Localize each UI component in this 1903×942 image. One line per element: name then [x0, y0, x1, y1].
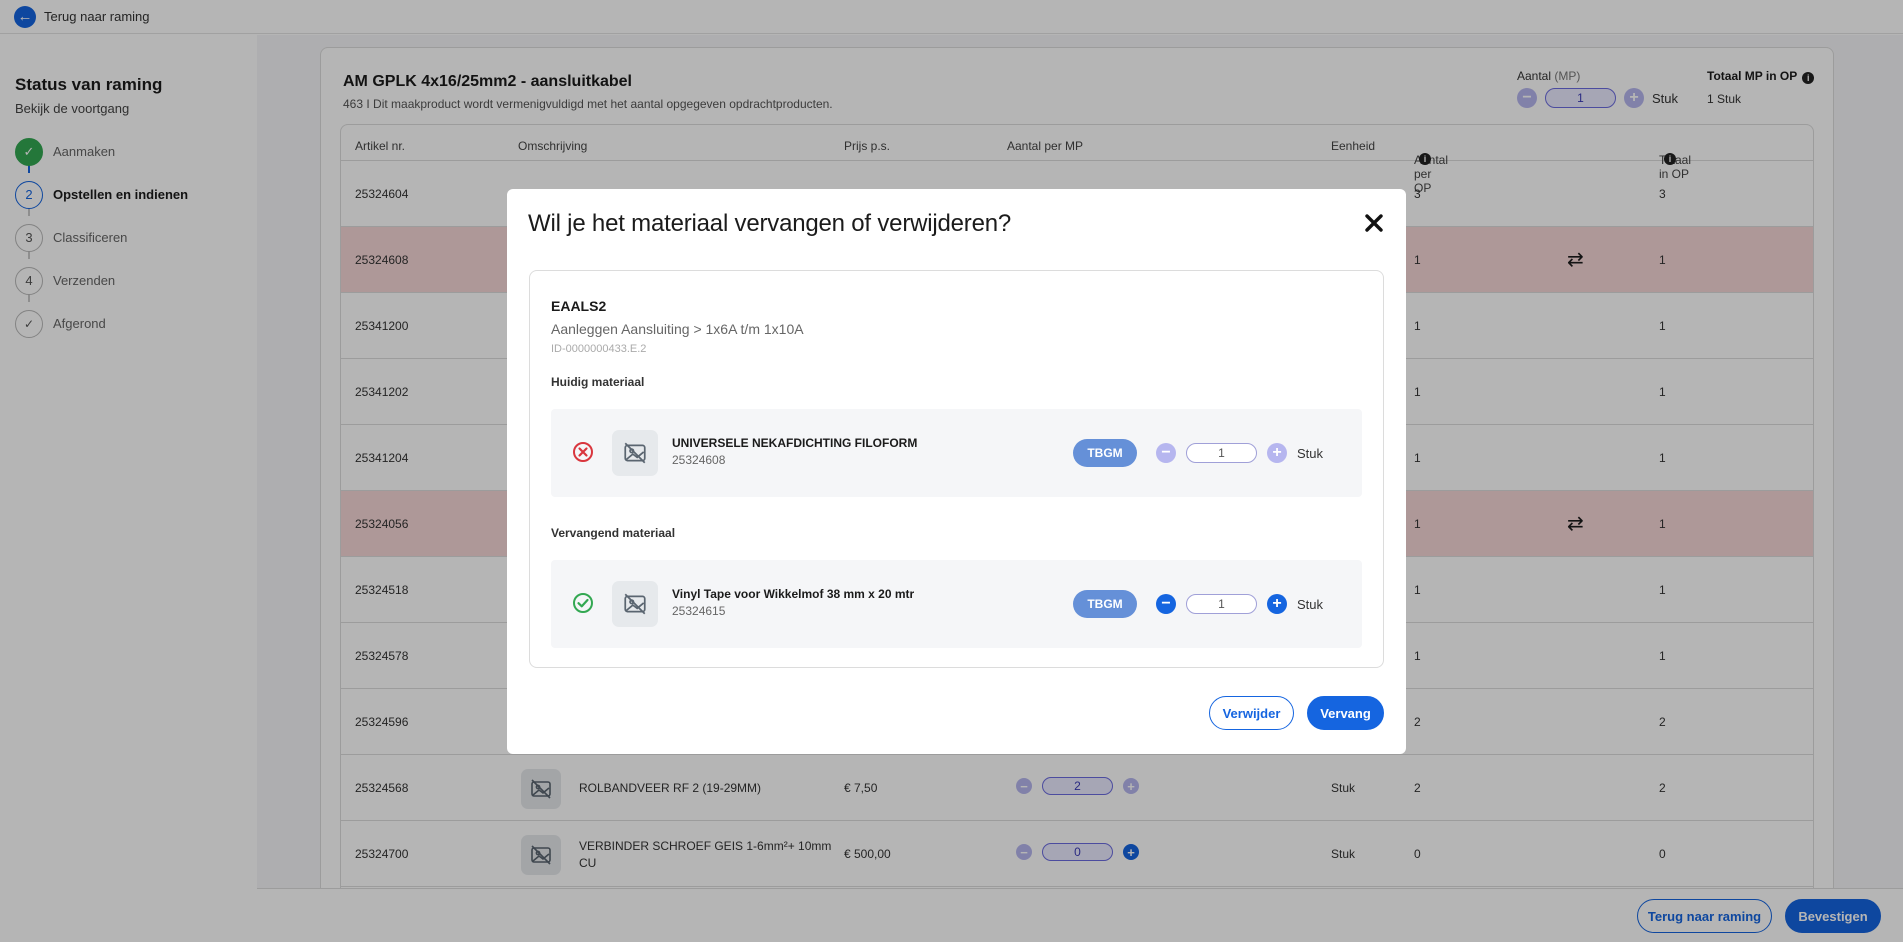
- tbgm-badge: TBGM: [1073, 439, 1137, 467]
- current-material-label: Huidig materiaal: [551, 375, 645, 389]
- replace-button[interactable]: Vervang: [1307, 696, 1384, 730]
- material-id: ID-0000000433.E.2: [551, 343, 647, 355]
- minus-icon[interactable]: −: [1156, 594, 1176, 614]
- plus-icon[interactable]: +: [1267, 594, 1287, 614]
- tbgm-badge: TBGM: [1073, 590, 1137, 618]
- dialog-title: Wil je het materiaal vervangen of verwij…: [528, 210, 1012, 237]
- current-material-artikel: 25324608: [672, 453, 726, 467]
- material-panel: EAALS2 Aanleggen Aansluiting > 1x6A t/m …: [529, 270, 1384, 668]
- current-material-row: UNIVERSELE NEKAFDICHTING FILOFORM 253246…: [551, 409, 1362, 497]
- plus-icon[interactable]: +: [1267, 443, 1287, 463]
- replacement-material-name: Vinyl Tape voor Wikkelmof 38 mm x 20 mtr: [672, 587, 915, 601]
- no-image-icon: [612, 581, 658, 627]
- remove-circle-icon[interactable]: [572, 441, 594, 463]
- close-icon[interactable]: [1362, 211, 1386, 235]
- replacement-material-artikel: 25324615: [672, 604, 726, 618]
- delete-button[interactable]: Verwijder: [1209, 696, 1294, 730]
- material-path: Aanleggen Aansluiting > 1x6A t/m 1x10A: [551, 321, 804, 337]
- current-material-name: UNIVERSELE NEKAFDICHTING FILOFORM: [672, 436, 918, 450]
- replacement-material-row: Vinyl Tape voor Wikkelmof 38 mm x 20 mtr…: [551, 560, 1362, 648]
- current-quantity-input[interactable]: 1: [1186, 443, 1257, 463]
- unit-label: Stuk: [1297, 445, 1324, 461]
- replacement-quantity-stepper: − 1 + Stuk: [1156, 594, 1323, 614]
- no-image-icon: [612, 430, 658, 476]
- material-code: EAALS2: [551, 298, 607, 314]
- minus-icon[interactable]: −: [1156, 443, 1176, 463]
- unit-label: Stuk: [1297, 596, 1324, 612]
- replacement-quantity-input[interactable]: 1: [1186, 594, 1257, 614]
- replacement-material-label: Vervangend materiaal: [551, 526, 676, 540]
- current-quantity-stepper: − 1 + Stuk: [1156, 443, 1323, 463]
- check-circle-icon: [573, 593, 593, 613]
- replace-material-dialog: Wil je het materiaal vervangen of verwij…: [507, 189, 1406, 754]
